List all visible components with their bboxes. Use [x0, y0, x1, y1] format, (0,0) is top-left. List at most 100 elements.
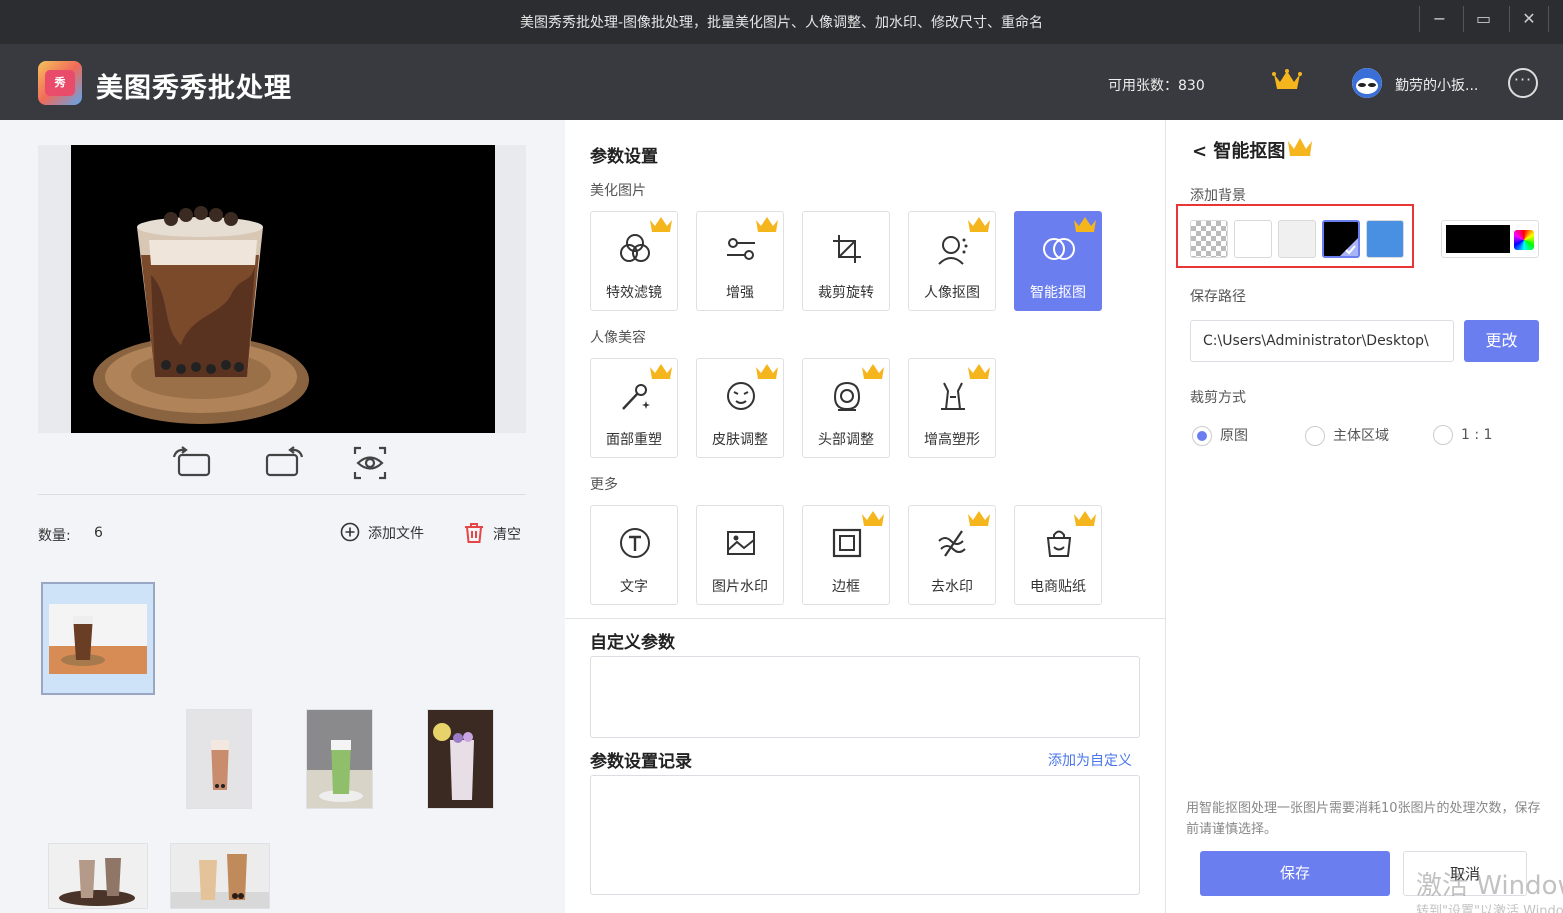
clear-label: 清空 [493, 527, 521, 543]
clear-button[interactable]: 清空 [463, 522, 521, 544]
magic-wand-icon [622, 384, 650, 410]
left-panel: 数量: 6 添加文件 清空 [0, 120, 565, 913]
crop-option-original[interactable]: 原图 [1192, 425, 1248, 447]
remove-watermark-icon [938, 530, 966, 557]
swatch-light-gray[interactable] [1278, 220, 1316, 258]
tool-label: 电商贴纸 [1030, 579, 1086, 595]
tool-label: 智能抠图 [1030, 285, 1086, 301]
rotate-right-icon[interactable] [264, 445, 304, 481]
swatch-black[interactable] [1322, 220, 1360, 258]
group-portrait-title: 人像美容 [590, 330, 646, 346]
add-file-label: 添加文件 [368, 526, 424, 542]
current-color [1446, 225, 1510, 253]
sliders-icon [727, 238, 755, 260]
crown-icon [1286, 136, 1314, 162]
tool-smart-cutout[interactable]: 智能抠图 [1014, 211, 1102, 311]
color-picker[interactable] [1441, 220, 1539, 258]
tool-crop-rotate[interactable]: 裁剪旋转 [802, 211, 890, 311]
tool-height-shape[interactable]: 增高塑形 [908, 358, 996, 458]
swatch-blue[interactable] [1366, 220, 1404, 258]
count-label: 数量: [38, 528, 71, 544]
crown-icon [862, 511, 884, 526]
crown-icon [650, 364, 672, 379]
head-icon [833, 381, 861, 411]
crown-icon [968, 217, 990, 232]
rotate-left-icon[interactable] [172, 445, 212, 481]
tool-text[interactable]: 文字 [590, 505, 678, 605]
tool-image-watermark[interactable]: 图片水印 [696, 505, 784, 605]
image-preview [38, 145, 526, 433]
tool-label: 去水印 [931, 579, 973, 595]
crown-icon [1074, 511, 1096, 526]
back-smart-cutout[interactable]: < 智能抠图 [1192, 137, 1285, 163]
body-icon [941, 382, 965, 410]
tool-filter[interactable]: 特效滤镜 [590, 211, 678, 311]
crown-icon [862, 364, 884, 379]
count-value: 6 [94, 525, 103, 541]
quota-text: 可用张数：830 [1108, 78, 1205, 94]
username[interactable]: 勤劳的小扳... [1395, 75, 1478, 95]
thumbnail-5[interactable] [48, 843, 148, 909]
tool-enhance[interactable]: 增强 [696, 211, 784, 311]
thumbnail-3[interactable] [306, 709, 373, 809]
radio-dot [1305, 426, 1325, 446]
history-box[interactable] [590, 775, 1140, 895]
tool-portrait-cutout[interactable]: 人像抠图 [908, 211, 996, 311]
tool-label: 图片水印 [712, 579, 768, 595]
thumbnail-2[interactable] [186, 709, 252, 809]
image-watermark-icon [727, 531, 755, 555]
custom-params-box[interactable] [590, 656, 1140, 738]
tool-label: 皮肤调整 [712, 432, 768, 448]
middle-panel: 参数设置 美化图片 特效滤镜 增强 裁剪旋转 人像抠图 智能抠图 人像美容 面部… [565, 120, 1165, 913]
app-header: 秀 美图秀秀批处理 可用张数：830 勤劳的小扳... ··· [0, 44, 1563, 120]
crown-icon [968, 511, 990, 526]
tool-skin-adjust[interactable]: 皮肤调整 [696, 358, 784, 458]
swatch-transparent[interactable] [1190, 220, 1228, 258]
radio-dot [1433, 425, 1453, 445]
add-custom-link[interactable]: 添加为自定义 [1048, 750, 1132, 770]
minimize-button[interactable]: − [1419, 6, 1459, 32]
user-avatar[interactable] [1352, 68, 1382, 98]
params-title: 参数设置 [590, 147, 658, 167]
thumbnail-6[interactable] [170, 843, 270, 909]
tool-head-adjust[interactable]: 头部调整 [802, 358, 890, 458]
crop-option-subject[interactable]: 主体区域 [1305, 425, 1389, 447]
tool-frame[interactable]: 边框 [802, 505, 890, 605]
tool-face-reshape[interactable]: 面部重塑 [590, 358, 678, 458]
maximize-button[interactable]: ▭ [1463, 6, 1503, 32]
smart-cutout-icon [1043, 238, 1075, 260]
tool-label: 增高塑形 [924, 432, 980, 448]
preview-eye-icon[interactable] [352, 445, 392, 481]
crown-icon [1074, 217, 1096, 232]
add-file-button[interactable]: 添加文件 [340, 522, 424, 544]
bg-label: 添加背景 [1190, 188, 1246, 204]
vip-crown-icon[interactable] [1272, 68, 1302, 96]
left-divider [38, 494, 526, 495]
portrait-cutout-icon [938, 236, 968, 265]
frame-icon [832, 528, 862, 558]
swatch-white[interactable] [1234, 220, 1272, 258]
crop-option-square[interactable]: 1 : 1 [1433, 425, 1492, 447]
activate-windows-hint: 转到"设置"以激活 Windows。 [1416, 904, 1563, 913]
save-path-input[interactable] [1190, 320, 1454, 362]
close-button[interactable]: ✕ [1509, 6, 1549, 32]
crown-icon [968, 364, 990, 379]
crown-icon [650, 217, 672, 232]
history-title: 参数设置记录 [590, 752, 692, 772]
crop-label: 裁剪方式 [1190, 390, 1246, 406]
more-menu-button[interactable]: ··· [1508, 68, 1538, 98]
thumbnail-4[interactable] [427, 709, 494, 809]
tool-label: 特效滤镜 [606, 285, 662, 301]
tool-remove-watermark[interactable]: 去水印 [908, 505, 996, 605]
tool-ecommerce-sticker[interactable]: 电商贴纸 [1014, 505, 1102, 605]
tool-label: 头部调整 [818, 432, 874, 448]
radio-label: 1 : 1 [1461, 427, 1493, 443]
app-title: 美图秀秀批处理 [96, 73, 292, 104]
custom-params-title: 自定义参数 [590, 633, 675, 653]
thumbnail-1[interactable] [41, 582, 155, 695]
trash-icon [463, 522, 485, 548]
change-path-button[interactable]: 更改 [1464, 320, 1539, 362]
color-wheel-icon[interactable] [1514, 230, 1534, 250]
logo-text: 秀 [45, 70, 75, 96]
save-button[interactable]: 保存 [1200, 851, 1390, 896]
